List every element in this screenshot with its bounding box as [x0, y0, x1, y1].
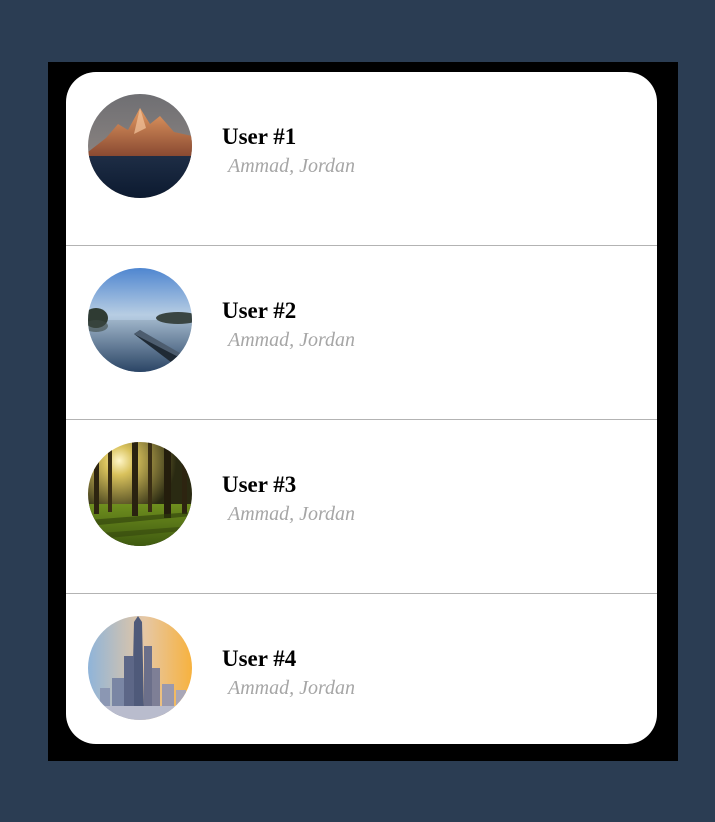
user-location: Ammad, Jordan [228, 503, 356, 525]
lake-pier-photo [88, 268, 192, 372]
city-skyline-photo [88, 616, 192, 720]
avatar [88, 442, 192, 546]
user-list-item[interactable]: User #3 Ammad, Jordan [66, 420, 657, 594]
sunlit-forest-photo [88, 442, 192, 546]
avatar [88, 616, 192, 720]
avatar [88, 94, 192, 198]
user-list-item[interactable]: User #1 Ammad, Jordan [66, 72, 657, 246]
user-name: User #1 [222, 124, 297, 149]
user-list-item[interactable]: User #4 Ammad, Jordan [66, 594, 657, 744]
avatar [88, 268, 192, 372]
user-location: Ammad, Jordan [228, 329, 356, 351]
user-list-card: User #1 Ammad, Jordan User #2 Ammad, Jor… [66, 72, 657, 744]
user-location: Ammad, Jordan [228, 155, 356, 177]
user-location: Ammad, Jordan [228, 677, 356, 699]
user-name: User #3 [222, 472, 297, 497]
mountain-peak-photo [88, 94, 192, 198]
user-name: User #2 [222, 298, 297, 323]
user-list-item[interactable]: User #2 Ammad, Jordan [66, 246, 657, 420]
user-name: User #4 [222, 646, 297, 671]
